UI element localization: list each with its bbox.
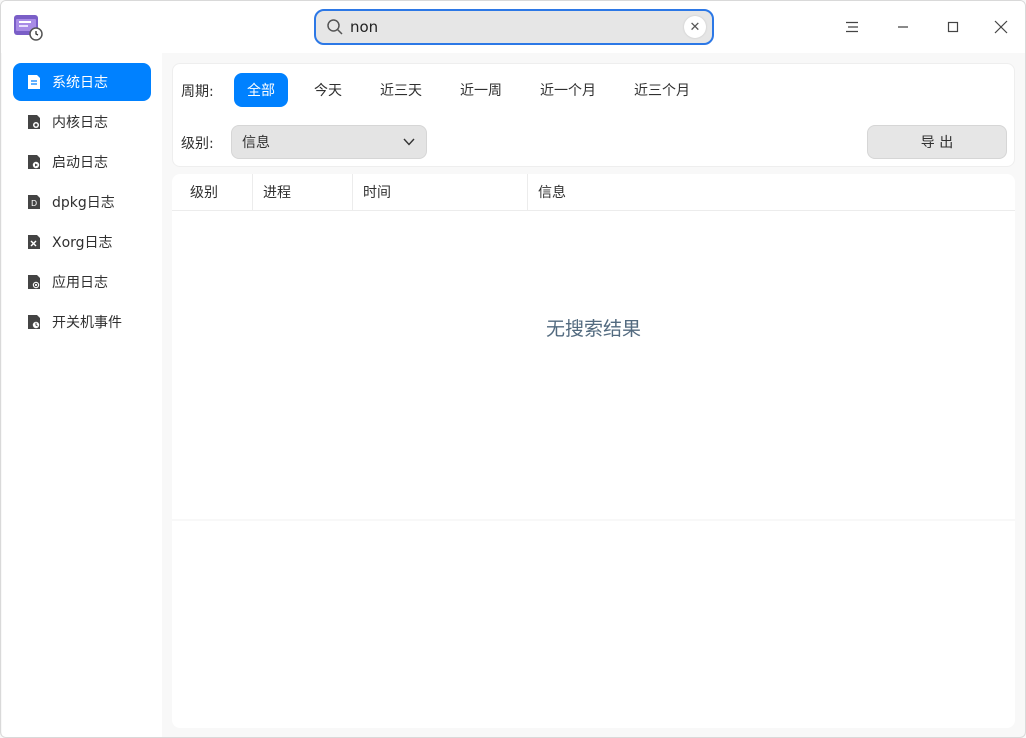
- app-logo-icon: [14, 15, 43, 41]
- menu-button[interactable]: [838, 13, 866, 41]
- level-dropdown-value: 信息: [242, 135, 270, 151]
- search-icon: [327, 19, 343, 35]
- kernel-log-icon: [28, 115, 40, 129]
- filter-panel: 周期: 全部 今天 近三天 近一周 近一个月 近三个月 级别: 信息 导 出: [172, 63, 1015, 167]
- chevron-down-icon: [403, 138, 415, 146]
- maximize-button[interactable]: [939, 13, 967, 41]
- close-icon: [994, 20, 1008, 34]
- close-button[interactable]: [987, 13, 1015, 41]
- sidebar-item-label: 系统日志: [52, 75, 108, 91]
- sidebar-item-power-events[interactable]: 开关机事件: [13, 303, 151, 341]
- period-3days-button[interactable]: 近三天: [367, 73, 435, 107]
- column-header-time[interactable]: 时间: [352, 174, 527, 210]
- sidebar: 系统日志 内核日志 启动日志 D dpkg日志 Xorg日志 应用日志 开关机事…: [2, 53, 162, 737]
- app-log-icon: [28, 275, 40, 289]
- search-input[interactable]: [350, 13, 670, 41]
- column-header-level[interactable]: 级别: [180, 174, 252, 210]
- document-icon: [28, 75, 40, 89]
- log-table: 级别 进程 时间 信息 无搜索结果: [172, 174, 1015, 519]
- dpkg-log-icon: D: [28, 195, 40, 209]
- period-today-button[interactable]: 今天: [300, 73, 356, 107]
- period-label: 周期:: [181, 84, 214, 100]
- sidebar-item-label: Xorg日志: [52, 235, 113, 251]
- minimize-icon: [898, 26, 908, 28]
- export-button[interactable]: 导 出: [867, 125, 1007, 159]
- maximize-icon: [947, 21, 959, 33]
- power-event-icon: [28, 315, 40, 329]
- titlebar: ✕: [1, 1, 1025, 53]
- column-header-process[interactable]: 进程: [252, 174, 352, 210]
- period-3months-button[interactable]: 近三个月: [621, 73, 703, 107]
- level-label: 级别:: [181, 136, 214, 152]
- period-month-button[interactable]: 近一个月: [527, 73, 609, 107]
- level-dropdown[interactable]: 信息: [231, 125, 427, 159]
- sidebar-item-label: 内核日志: [52, 115, 108, 131]
- sidebar-item-label: 启动日志: [52, 155, 108, 171]
- sidebar-item-system-log[interactable]: 系统日志: [13, 63, 151, 101]
- xorg-log-icon: [28, 235, 40, 249]
- no-results-message: 无搜索结果: [545, 318, 641, 340]
- column-header-info[interactable]: 信息: [527, 174, 827, 210]
- sidebar-item-label: 开关机事件: [52, 315, 122, 331]
- menu-icon: [846, 21, 858, 33]
- clear-search-button[interactable]: ✕: [684, 16, 706, 38]
- sidebar-item-kernel-log[interactable]: 内核日志: [13, 103, 151, 141]
- table-header: 级别 进程 时间 信息: [172, 174, 1015, 211]
- boot-log-icon: [28, 155, 40, 169]
- sidebar-item-label: 应用日志: [52, 275, 108, 291]
- minimize-button[interactable]: [889, 13, 917, 41]
- sidebar-item-app-log[interactable]: 应用日志: [13, 263, 151, 301]
- sidebar-item-dpkg-log[interactable]: D dpkg日志: [13, 183, 151, 221]
- sidebar-item-boot-log[interactable]: 启动日志: [13, 143, 151, 181]
- close-icon: ✕: [689, 19, 701, 35]
- sidebar-item-xorg-log[interactable]: Xorg日志: [13, 223, 151, 261]
- period-week-button[interactable]: 近一周: [447, 73, 515, 107]
- log-detail-panel: [172, 521, 1015, 728]
- search-box[interactable]: ✕: [314, 9, 714, 45]
- svg-text:D: D: [31, 199, 37, 208]
- log-viewer-window: ✕: [0, 0, 1026, 738]
- sidebar-item-label: dpkg日志: [52, 195, 115, 211]
- period-all-button[interactable]: 全部: [234, 73, 288, 107]
